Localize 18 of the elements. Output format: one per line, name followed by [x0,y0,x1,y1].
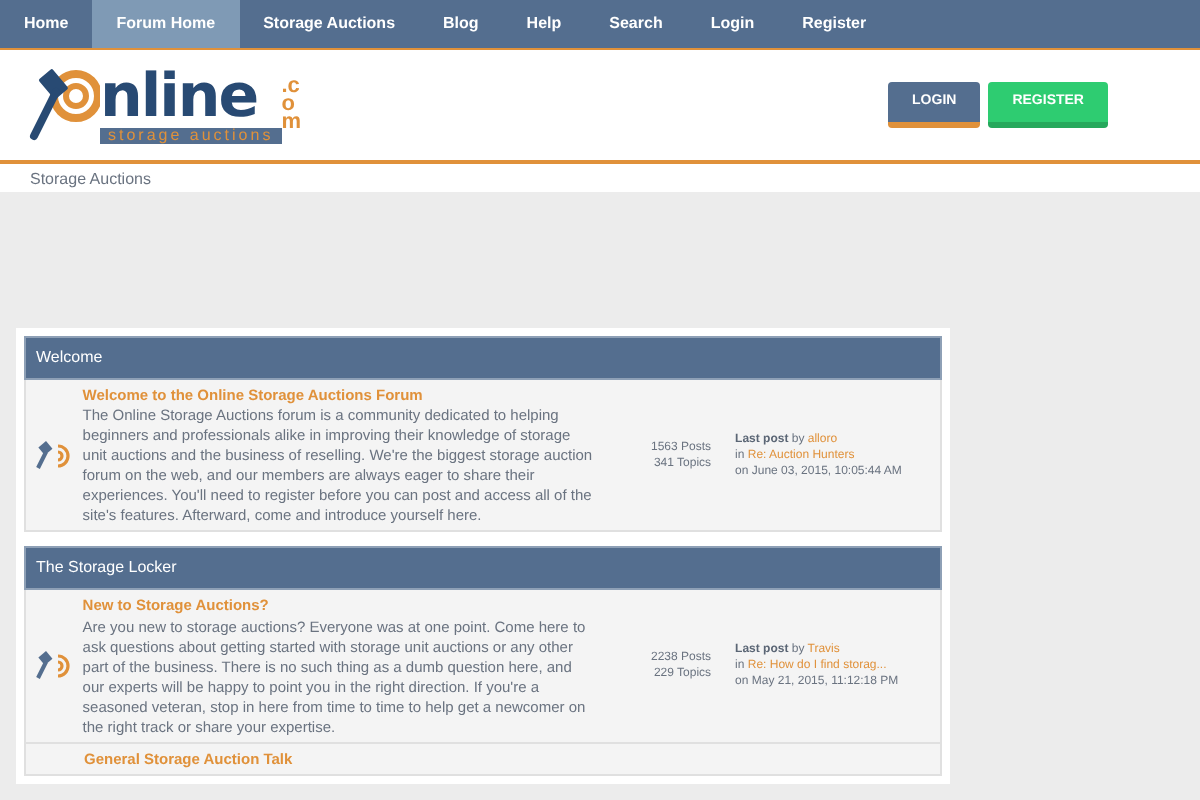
nav-link[interactable]: Search [585,0,687,48]
gavel-target-icon [28,67,100,143]
nav-link[interactable]: Home [0,0,93,48]
breadcrumb-link[interactable]: Storage Auctions [30,170,151,188]
board-icon [34,649,75,682]
category-header: Welcome [24,336,942,380]
nav-link[interactable]: Storage Auctions [239,0,420,48]
nav-link[interactable]: Help [502,0,586,48]
nav-link[interactable]: Register [778,0,891,48]
logo-suffix: .com [281,78,303,132]
board-icon [34,439,75,472]
category-header: The Storage Locker [24,546,942,591]
site-logo[interactable]: nline storage auctions .com [28,67,304,143]
nav-link[interactable]: Blog [419,0,503,48]
nav-link[interactable]: Login [686,0,779,48]
logo-text: nline [100,67,258,127]
nav-link[interactable]: Forum Home [92,0,240,48]
logo-tagline: storage auctions [100,127,282,143]
